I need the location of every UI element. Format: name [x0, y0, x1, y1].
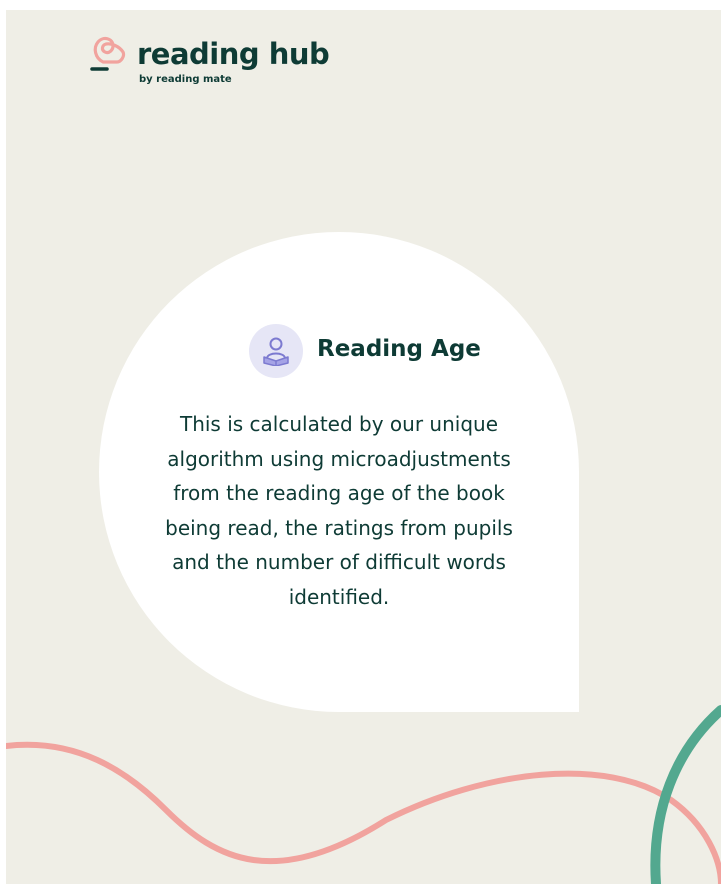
slide-panel: reading hub by reading mate Reading Age … [6, 10, 721, 884]
green-arc-line [650, 705, 721, 884]
decorative-waves [6, 705, 721, 884]
pink-wave-line [6, 741, 721, 884]
